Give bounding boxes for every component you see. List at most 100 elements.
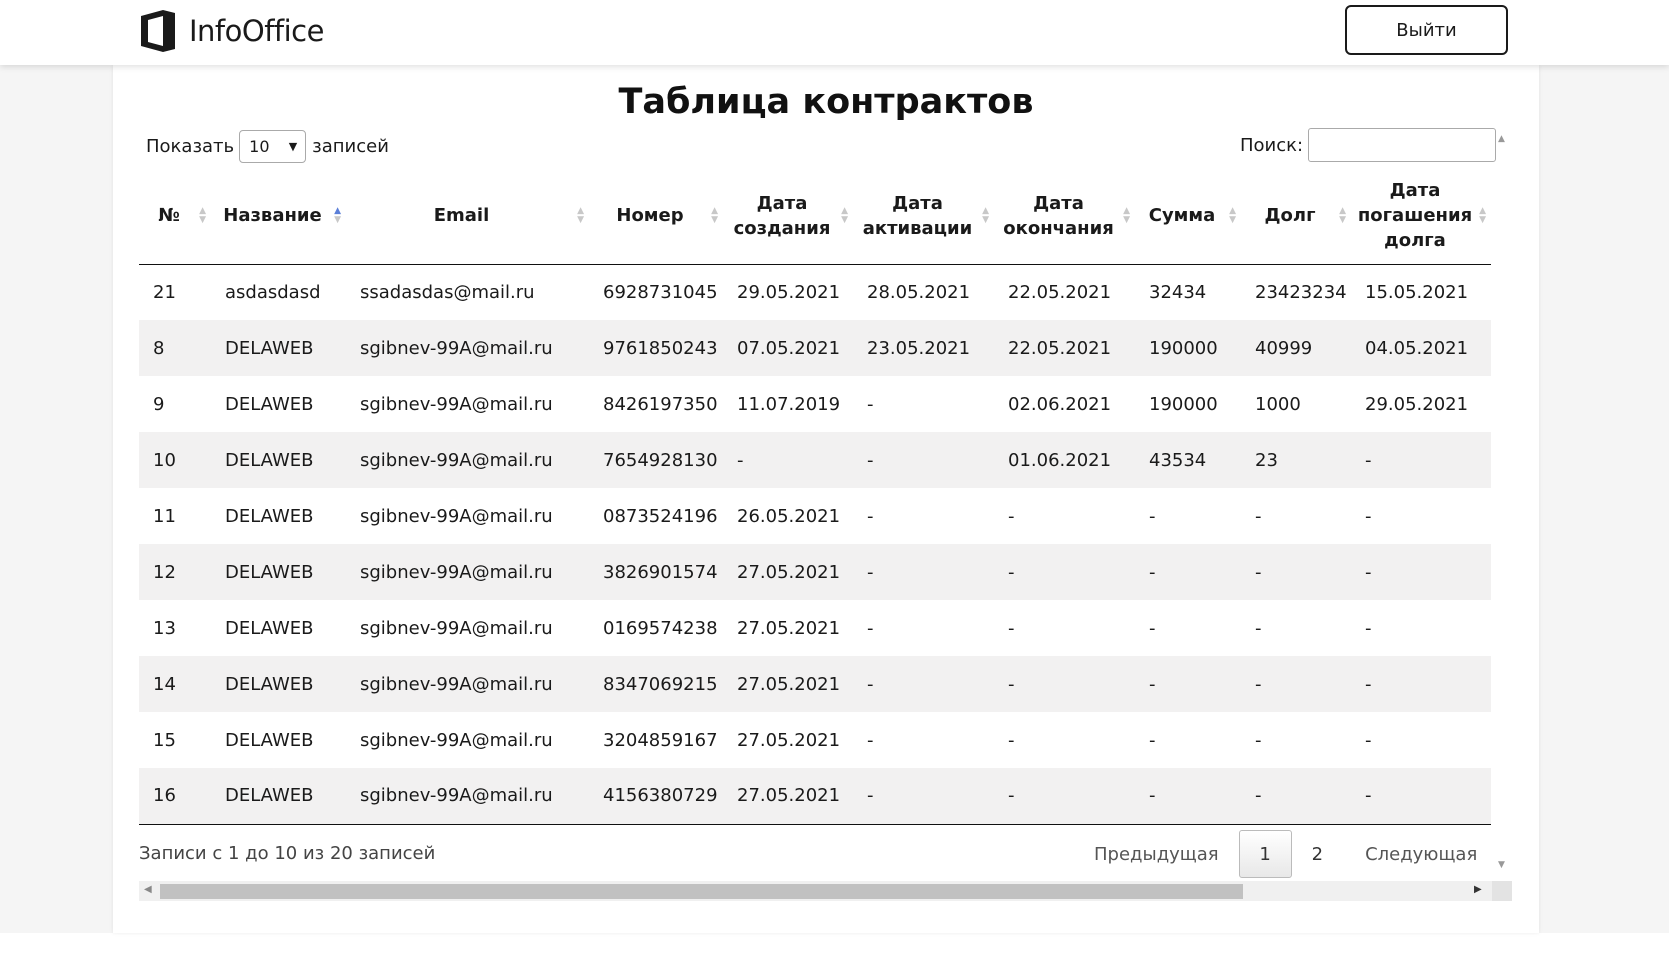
table-cell: - <box>994 544 1135 600</box>
table-cell: 26.05.2021 <box>723 488 853 544</box>
table-cell: - <box>1135 488 1241 544</box>
column-header[interactable]: Номер ▲ ▼ <box>589 168 723 265</box>
table-cell: 8426197350 <box>589 376 723 432</box>
table-row[interactable]: 8 DELAWEB sgibnev-99A@mail.ru 9761850243 07.… <box>139 320 1491 376</box>
column-header[interactable]: Дата активации ▲ ▼ <box>853 168 994 265</box>
table-cell: 27.05.2021 <box>723 768 853 825</box>
table-info: Записи с 1 до 10 из 20 записей <box>139 843 436 864</box>
table-cell: 23423234 <box>1241 264 1351 320</box>
table-cell: sgibnev-99A@mail.ru <box>346 712 589 768</box>
page-1-button[interactable]: 1 <box>1238 830 1292 878</box>
column-header[interactable]: Дата создания ▲ ▼ <box>723 168 853 265</box>
table-cell: 29.05.2021 <box>723 264 853 320</box>
table-cell: 22.05.2021 <box>994 264 1135 320</box>
previous-page-button[interactable]: Предыдущая <box>1080 830 1233 878</box>
next-page-button[interactable]: Следующая <box>1351 830 1491 878</box>
table-cell: - <box>723 432 853 488</box>
entries-label: записей <box>312 136 389 157</box>
table-cell: - <box>853 376 994 432</box>
table-cell: - <box>853 656 994 712</box>
vertical-scrollbar[interactable]: ▲ ▼ <box>1494 130 1512 870</box>
table-header-row: № ▲ ▼ Название ▲ ▼ Email ▲ ▼ Номер ▲ ▼ Дата создания… <box>139 168 1491 265</box>
column-header-label: Сумма <box>1148 205 1216 227</box>
scrollbar-thumb[interactable] <box>160 884 1243 899</box>
sort-icon: ▲ ▼ <box>577 205 584 225</box>
column-header[interactable]: Название ▲ ▼ <box>211 168 346 265</box>
table-cell: sgibnev-99A@mail.ru <box>346 600 589 656</box>
table-row[interactable]: 16 DELAWEB sgibnev-99A@mail.ru 4156380729 27… <box>139 768 1491 825</box>
column-header[interactable]: Email ▲ ▼ <box>346 168 589 265</box>
column-header[interactable]: Сумма ▲ ▼ <box>1135 168 1241 265</box>
table-cell: DELAWEB <box>211 488 346 544</box>
scroll-left-icon[interactable]: ◀ <box>144 884 152 895</box>
table-cell: 8347069215 <box>589 656 723 712</box>
column-header[interactable]: Дата погашения долга ▲ ▼ <box>1351 168 1491 265</box>
table-cell: - <box>1135 544 1241 600</box>
scroll-down-icon[interactable]: ▼ <box>1498 860 1505 870</box>
table-cell: 16 <box>139 768 211 825</box>
table-cell: DELAWEB <box>211 376 346 432</box>
table-cell: 3204859167 <box>589 712 723 768</box>
table-cell: 27.05.2021 <box>723 712 853 768</box>
column-header-label: Email <box>433 205 490 227</box>
table-cell: 02.06.2021 <box>994 376 1135 432</box>
table-cell: sgibnev-99A@mail.ru <box>346 544 589 600</box>
table-cell: - <box>1351 600 1491 656</box>
table-cell: 11.07.2019 <box>723 376 853 432</box>
table-cell: DELAWEB <box>211 768 346 825</box>
table-cell: 43534 <box>1135 432 1241 488</box>
table-cell: - <box>853 600 994 656</box>
table-row[interactable]: 12 DELAWEB sgibnev-99A@mail.ru 3826901574 27… <box>139 544 1491 600</box>
table-cell: 3826901574 <box>589 544 723 600</box>
sort-icon: ▲ ▼ <box>841 205 848 225</box>
sort-icon: ▲ ▼ <box>1229 205 1236 225</box>
table-cell: - <box>1351 656 1491 712</box>
table-cell: 07.05.2021 <box>723 320 853 376</box>
brand-logo[interactable]: InfoOffice <box>139 10 324 52</box>
table-cell: 0169574238 <box>589 600 723 656</box>
table-cell: 23.05.2021 <box>853 320 994 376</box>
table-cell: 21 <box>139 264 211 320</box>
page-2-button[interactable]: 2 <box>1298 830 1337 878</box>
table-cell: - <box>1241 544 1351 600</box>
column-header[interactable]: Дата окончания ▲ ▼ <box>994 168 1135 265</box>
table-cell: - <box>853 544 994 600</box>
table-cell: 04.05.2021 <box>1351 320 1491 376</box>
table-cell: 11 <box>139 488 211 544</box>
table-row[interactable]: 14 DELAWEB sgibnev-99A@mail.ru 8347069215 27… <box>139 656 1491 712</box>
sort-icon: ▲ ▼ <box>1339 205 1346 225</box>
table-row[interactable]: 15 DELAWEB sgibnev-99A@mail.ru 3204859167 27… <box>139 712 1491 768</box>
table-cell: - <box>1135 712 1241 768</box>
table-cell: sgibnev-99A@mail.ru <box>346 432 589 488</box>
column-header[interactable]: № ▲ ▼ <box>139 168 211 265</box>
column-header-label: Название <box>223 205 322 227</box>
search-input[interactable] <box>1308 128 1497 162</box>
table-cell: asdasdasd <box>211 264 346 320</box>
column-header[interactable]: Долг ▲ ▼ <box>1241 168 1351 265</box>
sort-icon: ▲ ▼ <box>711 205 718 225</box>
table-row[interactable]: 13 DELAWEB sgibnev-99A@mail.ru 0169574238 27… <box>139 600 1491 656</box>
table-row[interactable]: 11 DELAWEB sgibnev-99A@mail.ru 0873524196 26… <box>139 488 1491 544</box>
table-cell: - <box>853 488 994 544</box>
contracts-table: № ▲ ▼ Название ▲ ▼ Email ▲ ▼ Номер ▲ ▼ Дата создания… <box>139 168 1491 825</box>
table-cell: 0873524196 <box>589 488 723 544</box>
table-cell: 28.05.2021 <box>853 264 994 320</box>
table-cell: 6928731045 <box>589 264 723 320</box>
page-length-select[interactable]: 10 ▼ <box>239 130 307 163</box>
scroll-right-icon[interactable]: ▶ <box>1474 884 1482 895</box>
horizontal-scrollbar[interactable]: ◀ ▶ <box>139 881 1512 901</box>
scroll-up-icon[interactable]: ▲ <box>1498 134 1505 144</box>
logout-button[interactable]: Выйти <box>1345 5 1508 55</box>
table-cell: 27.05.2021 <box>723 600 853 656</box>
table-cell: 190000 <box>1135 376 1241 432</box>
table-cell: 22.05.2021 <box>994 320 1135 376</box>
table-row[interactable]: 9 DELAWEB sgibnev-99A@mail.ru 8426197350 11.… <box>139 376 1491 432</box>
infooffice-logo-icon <box>141 10 175 52</box>
table-row[interactable]: 21 asdasdasd ssadasdas@mail.ru 6928731045 29… <box>139 264 1491 320</box>
search-control: Поиск: <box>1240 128 1497 162</box>
table-cell: - <box>1135 600 1241 656</box>
table-cell: 12 <box>139 544 211 600</box>
table-row[interactable]: 10 DELAWEB sgibnev-99A@mail.ru 7654928130- -… <box>139 432 1491 488</box>
table-cell: 190000 <box>1135 320 1241 376</box>
table-cell: - <box>1241 656 1351 712</box>
